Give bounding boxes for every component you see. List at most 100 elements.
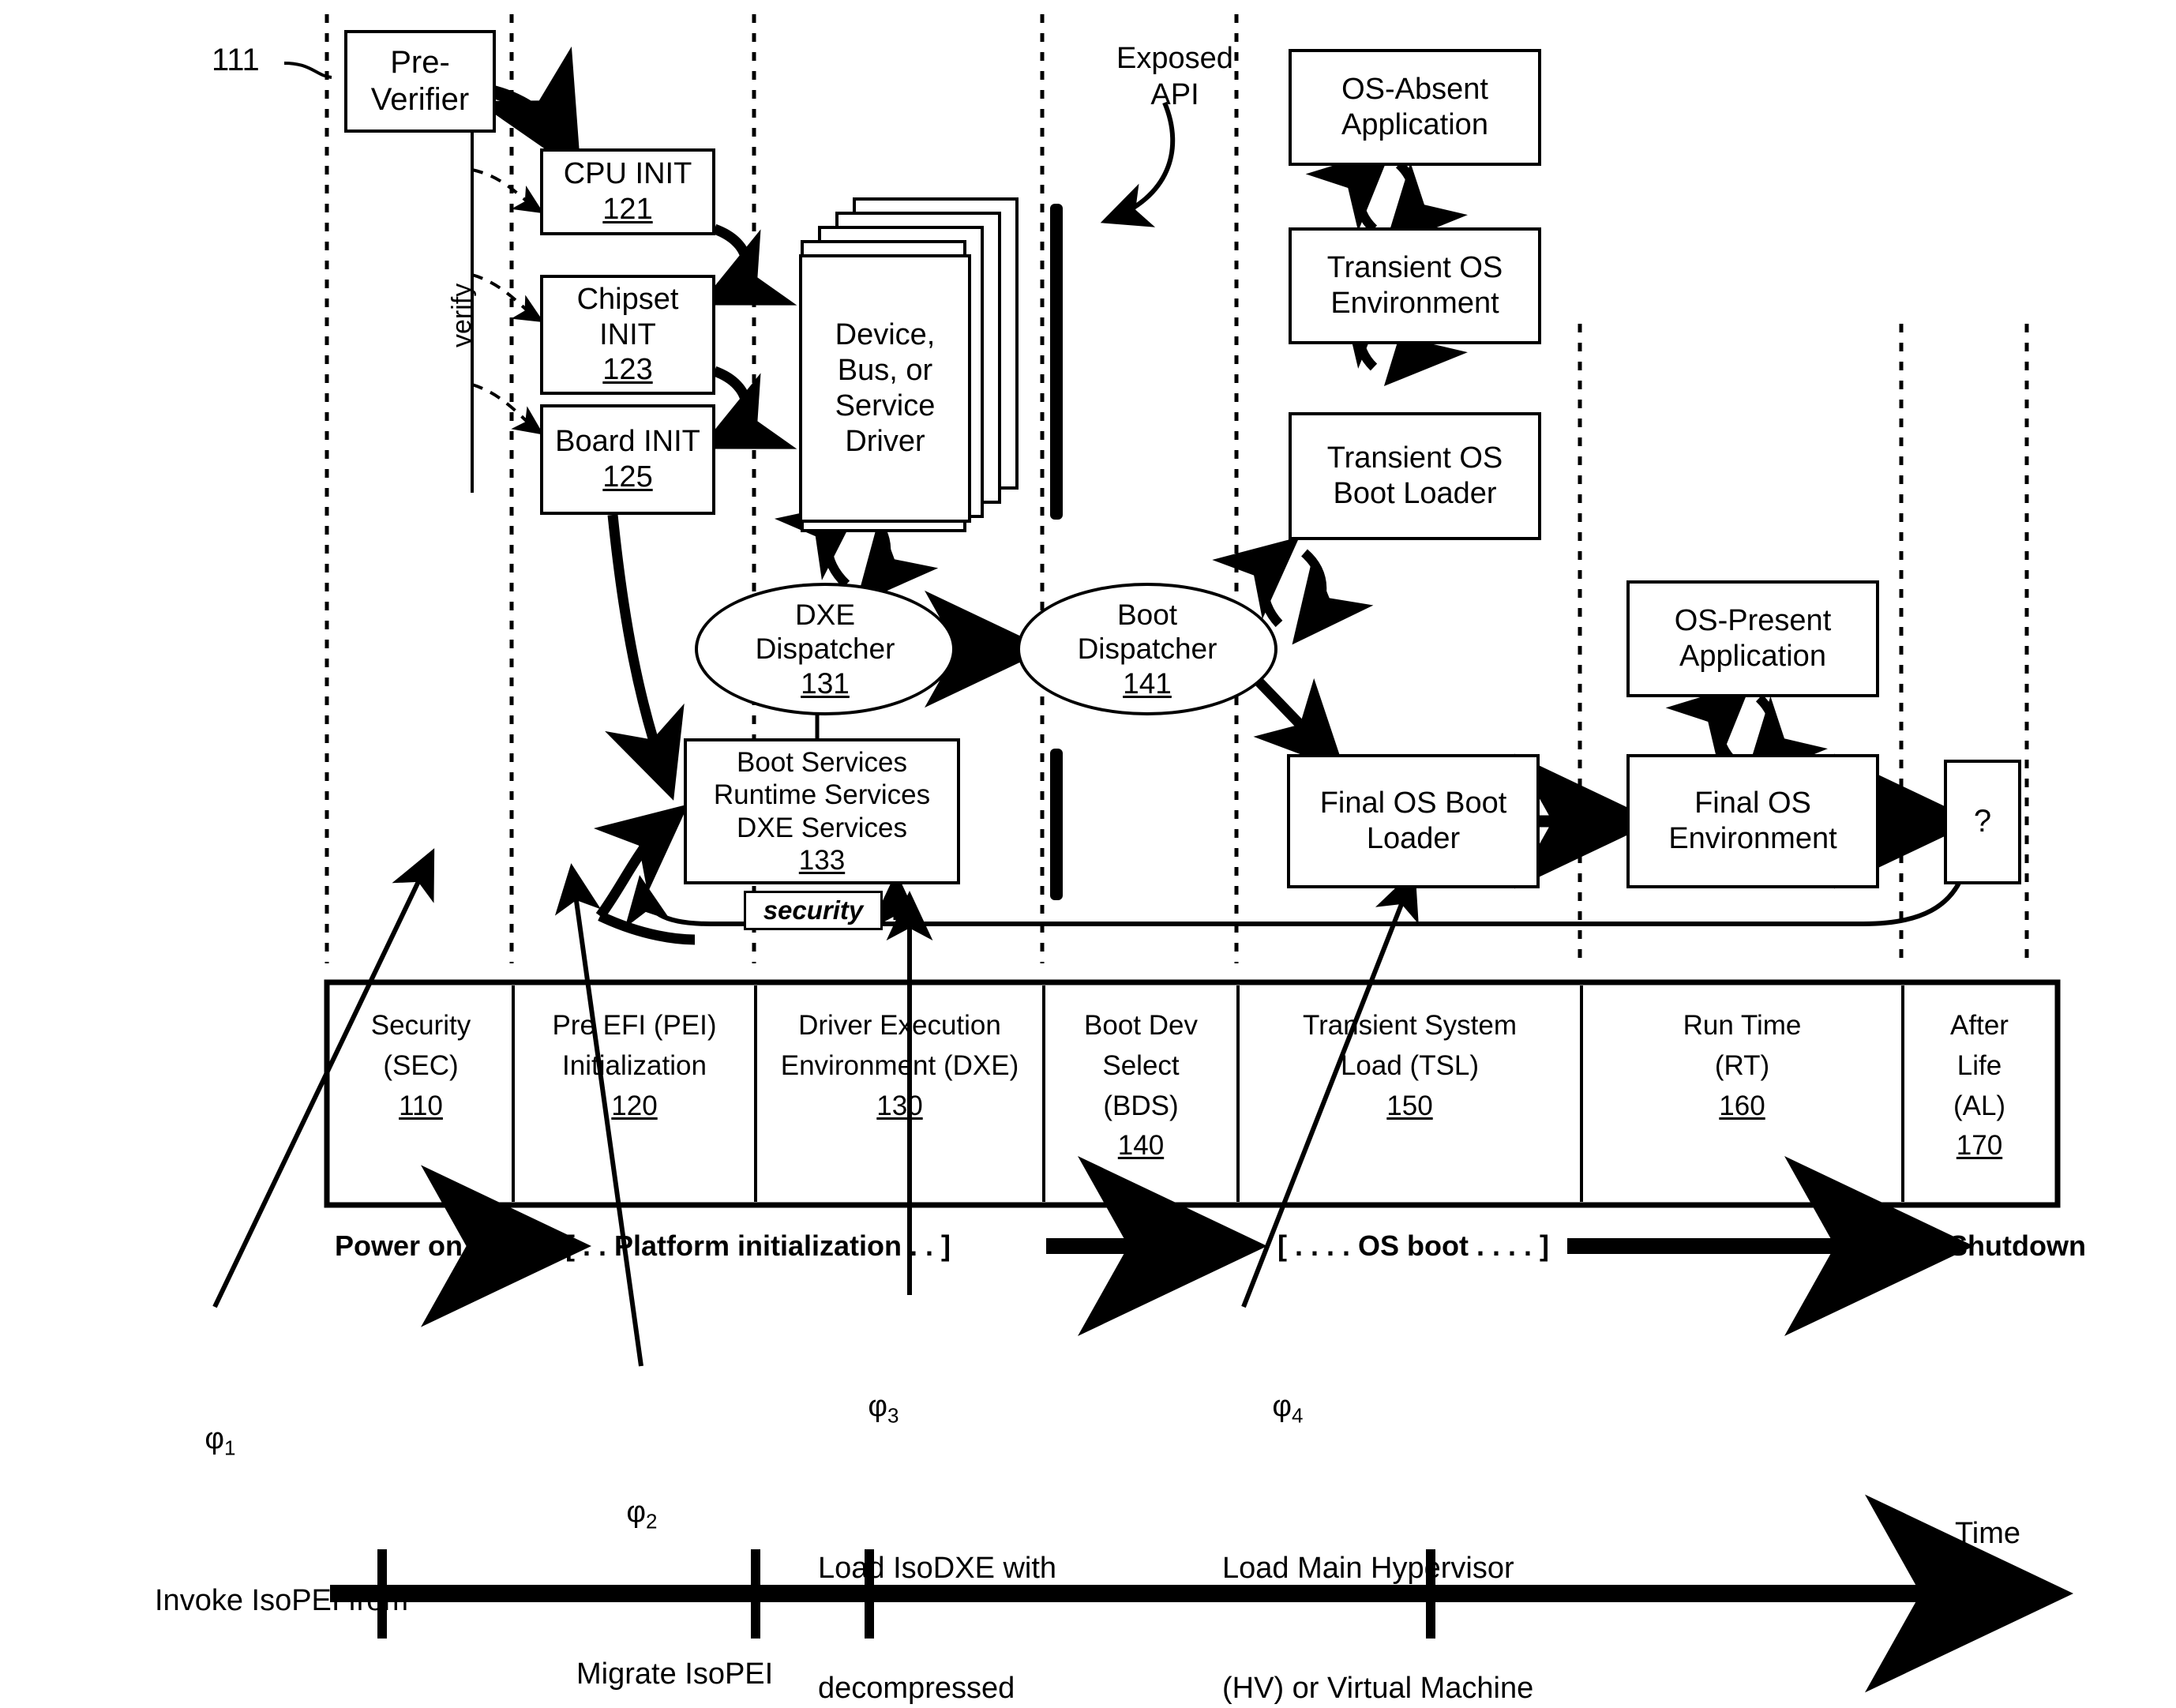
annotation-phi4-symbol: φ4 — [1272, 1389, 1304, 1428]
cpu-init-label: CPU INIT — [563, 157, 692, 191]
services-line2: Runtime Services — [713, 779, 931, 811]
annotation-phi1-l1: SEI immediately — [155, 1701, 408, 1708]
dxe-dispatcher-line1: DXE — [794, 598, 856, 631]
board-init-label: Board INIT — [555, 425, 700, 459]
dxe-dispatcher-line2: Dispatcher — [755, 633, 895, 666]
annotation-phi1-symbol: φ1 — [204, 1421, 236, 1460]
flow-label-power-on: Power on — [335, 1229, 463, 1262]
pre-verifier-line1: Pre- — [390, 44, 450, 80]
phase-dxe-number: 130 — [876, 1090, 923, 1121]
chipset-init-line1: Chipset — [576, 282, 679, 316]
phase-sec-number: 110 — [399, 1090, 443, 1121]
arrow-exposed-api-leader — [1100, 101, 1176, 227]
boot-dispatcher-number: 141 — [1123, 666, 1172, 700]
phase-bds-line2: Select — [1102, 1049, 1180, 1081]
phase-cell-al[interactable]: After Life (AL) 170 — [1901, 985, 2054, 1202]
phase-cell-dxe[interactable]: Driver Execution Environment (DXE) 130 — [754, 985, 1042, 1202]
phase-cell-bds[interactable]: Boot Dev Select (BDS) 140 — [1042, 985, 1236, 1202]
phase-dxe-line1: Driver Execution — [798, 1010, 1001, 1041]
phase-cell-sec[interactable]: Security (SEC) 110 — [330, 985, 512, 1202]
phase-tsl-line2: Load (TSL) — [1340, 1049, 1480, 1081]
phase-al-line3: (AL) — [1953, 1090, 2006, 1121]
board-init-number: 125 — [602, 460, 653, 494]
phase-pei-line1: Pre EFI (PEI) — [552, 1010, 717, 1041]
pre-verifier-line2: Verifier — [370, 82, 470, 117]
annotation-phi4-l1: (HV) or Virtual Machine — [1222, 1671, 1534, 1705]
os-absent-application-box[interactable]: OS-Absent Application — [1289, 49, 1541, 166]
phase-bds-line1: Boot Dev — [1084, 1010, 1198, 1041]
transient-os-loader-line2: Boot Loader — [1333, 477, 1497, 510]
transient-os-env-line2: Environment — [1330, 287, 1499, 320]
unknown-question-mark: ? — [1973, 804, 1992, 839]
phase-pei-number: 120 — [611, 1090, 658, 1121]
security-tag[interactable]: security — [744, 891, 883, 930]
verify-dashed-arrows — [471, 168, 544, 435]
arrow-boardinit-to-services — [605, 514, 685, 801]
driver-line4: Driver — [845, 424, 925, 458]
transient-os-boot-loader-box[interactable]: Transient OS Boot Loader — [1289, 412, 1541, 540]
phase-tsl-line1: Transient System — [1302, 1010, 1517, 1041]
afterlife-unknown-box[interactable]: ? — [1944, 760, 2021, 884]
annotation-phi1-l0: Invoke IsoPEI from — [155, 1584, 409, 1618]
dxe-dispatcher-ellipse[interactable]: DXE Dispatcher 131 — [695, 583, 955, 715]
transient-os-loader-line1: Transient OS — [1326, 441, 1503, 475]
annotation-phi4-l0: Load Main Hypervisor — [1222, 1552, 1514, 1586]
dxe-dispatcher-number: 131 — [801, 666, 850, 700]
phase-sec-line1: Security — [370, 1010, 471, 1041]
services-number: 133 — [798, 844, 846, 876]
os-absent-line1: OS-Absent — [1341, 73, 1488, 107]
time-axis-label: Time — [1955, 1517, 2021, 1550]
final-os-boot-loader-box[interactable]: Final OS Boot Loader — [1287, 754, 1540, 888]
final-os-environment-box[interactable]: Final OS Environment — [1626, 754, 1879, 888]
arrow-transientosloader-to-bootdispatcher — [1292, 549, 1374, 645]
final-os-loader-line2: Loader — [1366, 822, 1461, 855]
driver-line2: Bus, or — [837, 354, 933, 388]
annotation-phi4: φ4 Load Main Hypervisor (HV) or Virtual … — [1222, 1267, 1561, 1708]
os-present-line2: Application — [1679, 640, 1826, 673]
phase-cell-rt[interactable]: Run Time (RT) 160 — [1580, 985, 1901, 1202]
final-os-loader-line1: Final OS Boot — [1319, 786, 1507, 820]
pre-verifier-box[interactable]: Pre- Verifier — [344, 30, 496, 133]
flow-label-shutdown: Shutdown — [1949, 1229, 2086, 1262]
phase-bds-line3: (BDS) — [1103, 1090, 1179, 1121]
transient-os-environment-box[interactable]: Transient OS Environment — [1289, 227, 1541, 344]
phase-rt-line1: Run Time — [1683, 1010, 1802, 1041]
boot-dispatcher-ellipse[interactable]: Boot Dispatcher 141 — [1017, 583, 1277, 715]
cpu-init-box[interactable]: CPU INIT 121 — [540, 148, 715, 235]
os-present-application-box[interactable]: OS-Present Application — [1626, 580, 1879, 697]
phase-rt-line2: (RT) — [1714, 1049, 1770, 1081]
arrow-loop-into-services — [593, 804, 688, 919]
annotation-phi3-l1: decompressed — [818, 1671, 1015, 1705]
os-absent-line2: Application — [1341, 108, 1488, 141]
device-bus-service-driver-box[interactable]: Device, Bus, or Service Driver — [799, 254, 971, 523]
phase-pei-line2: Initialization — [562, 1049, 707, 1081]
transient-os-env-line1: Transient OS — [1326, 251, 1503, 285]
phase-cell-pei[interactable]: Pre EFI (PEI) Initialization 120 — [512, 985, 754, 1202]
services-line1: Boot Services — [737, 746, 907, 778]
boot-runtime-dxe-services-box[interactable]: Boot Services Runtime Services DXE Servi… — [684, 738, 960, 884]
exposed-api-label: Exposed API — [1116, 42, 1233, 111]
ref-111-label: 111 — [212, 43, 260, 77]
arrow-down-transientos-env — [1383, 160, 1468, 250]
arrow-up-ospresent-app — [1665, 681, 1752, 766]
annotation-phi2-symbol: φ2 — [626, 1495, 658, 1533]
flow-label-platform-init: [ . . Platform initialization . . ] — [565, 1229, 951, 1262]
exposed-api-bar-upper — [1050, 204, 1063, 520]
phase-bds-number: 140 — [1117, 1130, 1165, 1162]
phase-al-number: 170 — [1956, 1130, 2003, 1162]
phase-sec-line2: (SEC) — [383, 1049, 459, 1081]
final-os-env-line2: Environment — [1668, 822, 1837, 855]
phase-tsl-number: 150 — [1386, 1090, 1433, 1121]
arrow-chipsetinit-to-boardinit — [699, 366, 797, 449]
chipset-init-box[interactable]: Chipset INIT 123 — [540, 275, 715, 395]
annotation-phi2: φ2 Migrate IsoPEI from CAR to main memor… — [576, 1372, 831, 1708]
services-line3: DXE Services — [737, 812, 907, 843]
board-init-box[interactable]: Board INIT 125 — [540, 404, 715, 515]
boot-dispatcher-line1: Boot — [1116, 598, 1178, 631]
verify-label: verify — [447, 283, 477, 347]
annotation-phi3-l0: Load IsoDXE with — [818, 1552, 1057, 1586]
phase-cell-tsl[interactable]: Transient System Load (TSL) 150 — [1236, 985, 1580, 1202]
arrow-loop-tail — [598, 911, 696, 945]
phase-rt-number: 160 — [1719, 1090, 1765, 1121]
phase-dxe-line2: Environment (DXE) — [780, 1049, 1019, 1081]
